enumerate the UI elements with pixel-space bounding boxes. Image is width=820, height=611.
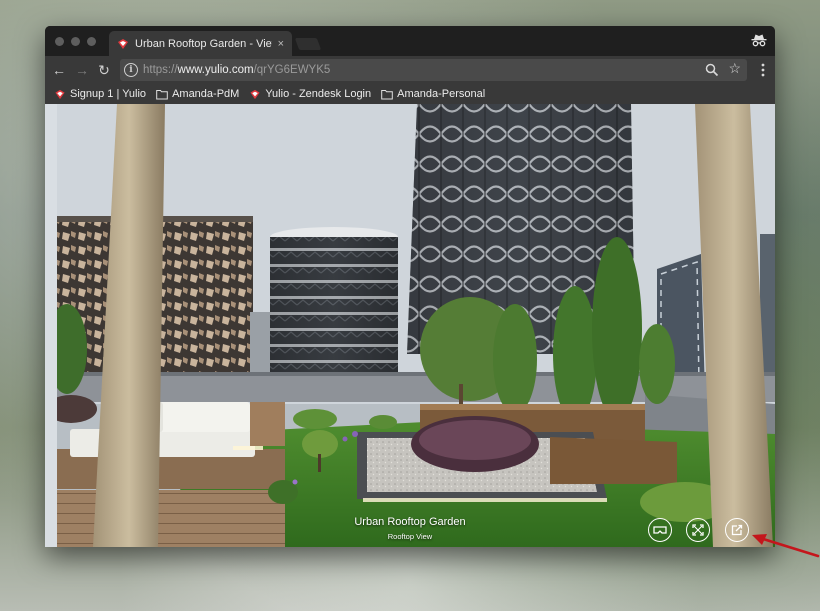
forward-button[interactable]: → (74, 62, 90, 78)
yulio-icon (250, 89, 260, 99)
zoom-icon[interactable] (705, 63, 719, 77)
bookmark-label: Signup 1 | Yulio (70, 88, 147, 100)
vr-scene-viewer[interactable]: Urban Rooftop Garden Rooftop View (45, 104, 775, 547)
bookmark-label: Amanda-PdM (172, 88, 240, 100)
browser-toolbar: ← → ↻ i https://www.yulio.com/qrYG6EWYK5… (45, 56, 775, 84)
close-window-button[interactable] (55, 37, 64, 46)
tab-title: Urban Rooftop Garden - View (135, 37, 272, 50)
bookmark-star-icon[interactable]: ☆ (728, 60, 741, 77)
fullscreen-button[interactable] (686, 518, 710, 542)
annotation-arrow-icon (752, 534, 820, 558)
yulio-icon (118, 38, 128, 49)
yulio-icon (55, 89, 65, 99)
vr-headset-button[interactable] (648, 518, 672, 542)
share-button[interactable] (725, 518, 749, 542)
bookmark-label: Amanda-Personal (397, 88, 486, 100)
active-tab[interactable]: Urban Rooftop Garden - View × (109, 31, 292, 56)
bookmark-folder-amanda-pdm[interactable]: Amanda-PdM (156, 88, 239, 100)
back-button[interactable]: ← (51, 62, 67, 78)
bookmark-folder-amanda-personal[interactable]: Amanda-Personal (381, 88, 485, 100)
url-scheme: https:// (143, 64, 178, 76)
new-tab-button[interactable] (294, 38, 322, 50)
bookmarks-bar: Signup 1 | Yulio Amanda-PdM Yulio - Zend… (45, 84, 775, 104)
incognito-icon (751, 34, 767, 47)
folder-icon (381, 89, 393, 99)
rooftop-garden-render (45, 104, 775, 547)
address-bar[interactable]: i https://www.yulio.com/qrYG6EWYK5 ☆ (120, 59, 747, 81)
folder-icon (156, 89, 168, 99)
reload-button[interactable]: ↻ (96, 62, 112, 78)
tab-close-icon[interactable]: × (278, 38, 284, 50)
bookmark-label: Yulio - Zendesk Login (265, 88, 372, 100)
vr-headset-icon (653, 526, 667, 534)
fullscreen-icon (692, 524, 704, 536)
bookmark-zendesk[interactable]: Yulio - Zendesk Login (249, 88, 371, 100)
kebab-menu-icon[interactable] (761, 62, 765, 78)
maximize-window-button[interactable] (87, 37, 96, 46)
info-icon[interactable]: i (124, 63, 138, 77)
bookmark-signup[interactable]: Signup 1 | Yulio (54, 88, 146, 100)
share-icon (731, 524, 743, 536)
url-host: www.yulio.com (177, 64, 254, 76)
minimize-window-button[interactable] (71, 37, 80, 46)
browser-window: Urban Rooftop Garden - View × ← → ↻ i ht… (45, 26, 775, 547)
tab-strip: Urban Rooftop Garden - View × (45, 26, 775, 56)
url-path: /qrYG6EWYK5 (253, 64, 331, 76)
